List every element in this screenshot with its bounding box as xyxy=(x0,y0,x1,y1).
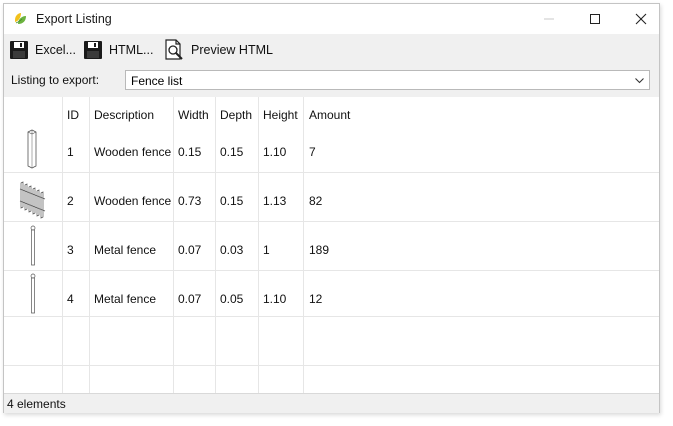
row-1-depth: 0.15 xyxy=(220,145,244,159)
row-2-description: Wooden fence xyxy=(94,194,172,208)
close-icon xyxy=(635,13,647,25)
row-1-height: 1.10 xyxy=(263,145,287,159)
column-header-height[interactable]: Height xyxy=(263,108,298,122)
listing-selected-value: Fence list xyxy=(131,74,183,88)
row-1-amount: 7 xyxy=(309,145,316,159)
pole-icon xyxy=(30,225,36,266)
column-divider xyxy=(303,97,304,393)
column-divider xyxy=(89,97,90,393)
row-4-width: 0.07 xyxy=(178,292,202,306)
row-1-id: 1 xyxy=(67,145,74,159)
row-3-width: 0.07 xyxy=(178,243,202,257)
column-divider xyxy=(258,97,259,393)
row-2-id: 2 xyxy=(67,194,74,208)
column-header-description[interactable]: Description xyxy=(94,108,154,122)
column-divider xyxy=(62,97,63,393)
row-divider xyxy=(4,270,659,271)
chevron-down-icon xyxy=(635,78,644,84)
fence-panel-icon xyxy=(19,181,46,219)
preview-html-label: Preview HTML xyxy=(191,43,273,57)
row-3-description: Metal fence xyxy=(94,243,157,257)
row-1-width: 0.15 xyxy=(178,145,202,159)
preview-html-button[interactable]: Preview HTML xyxy=(163,39,273,61)
export-excel-button[interactable]: Excel... xyxy=(9,39,76,61)
export-html-button[interactable]: HTML... xyxy=(83,39,153,61)
column-divider xyxy=(215,97,216,393)
row-divider xyxy=(4,221,659,222)
listing-table: ID Description Width Depth Height Amount… xyxy=(4,97,659,393)
column-header-amount[interactable]: Amount xyxy=(309,108,350,122)
row-4-id: 4 xyxy=(67,292,74,306)
element-count: 4 elements xyxy=(7,397,66,411)
row-2-height: 1.13 xyxy=(263,194,287,208)
column-divider xyxy=(173,97,174,393)
column-header-depth[interactable]: Depth xyxy=(220,108,252,122)
row-4-description: Metal fence xyxy=(94,292,157,306)
save-disk-icon xyxy=(84,41,102,59)
row-4-height: 1.10 xyxy=(263,292,287,306)
row-3-height: 1 xyxy=(263,243,270,257)
pole-icon xyxy=(30,273,36,314)
maximize-icon xyxy=(590,14,600,24)
export-html-label: HTML... xyxy=(109,43,154,57)
listing-dropdown[interactable]: Fence list xyxy=(125,70,650,90)
preview-magnifier-icon xyxy=(165,39,183,60)
window-title: Export Listing xyxy=(36,12,112,26)
close-button[interactable] xyxy=(618,4,664,34)
app-logo-icon xyxy=(15,13,26,24)
row-2-amount: 82 xyxy=(309,194,323,208)
save-disk-icon xyxy=(10,41,28,59)
row-3-amount: 189 xyxy=(309,243,330,257)
maximize-button[interactable] xyxy=(572,4,618,34)
status-bar: 4 elements xyxy=(4,393,659,413)
listing-label: Listing to export: xyxy=(11,73,100,87)
row-3-depth: 0.03 xyxy=(220,243,244,257)
title-bar: Export Listing xyxy=(4,4,659,34)
column-header-id[interactable]: ID xyxy=(67,108,79,122)
minimize-button[interactable] xyxy=(526,4,572,34)
toolbar: Excel... HTML... Preview HTML xyxy=(4,34,659,66)
row-4-amount: 12 xyxy=(309,292,323,306)
post-icon xyxy=(27,129,37,169)
row-divider xyxy=(4,172,659,173)
row-divider xyxy=(4,316,659,317)
row-1-description: Wooden fence xyxy=(94,145,172,159)
row-3-id: 3 xyxy=(67,243,74,257)
row-divider xyxy=(4,365,659,366)
row-2-width: 0.73 xyxy=(178,194,202,208)
export-listing-window: Export Listing Excel... HTML... Preview … xyxy=(3,3,660,413)
row-2-depth: 0.15 xyxy=(220,194,244,208)
minimize-icon xyxy=(544,18,554,20)
column-header-width[interactable]: Width xyxy=(178,108,209,122)
row-4-depth: 0.05 xyxy=(220,292,244,306)
export-excel-label: Excel... xyxy=(35,43,76,57)
